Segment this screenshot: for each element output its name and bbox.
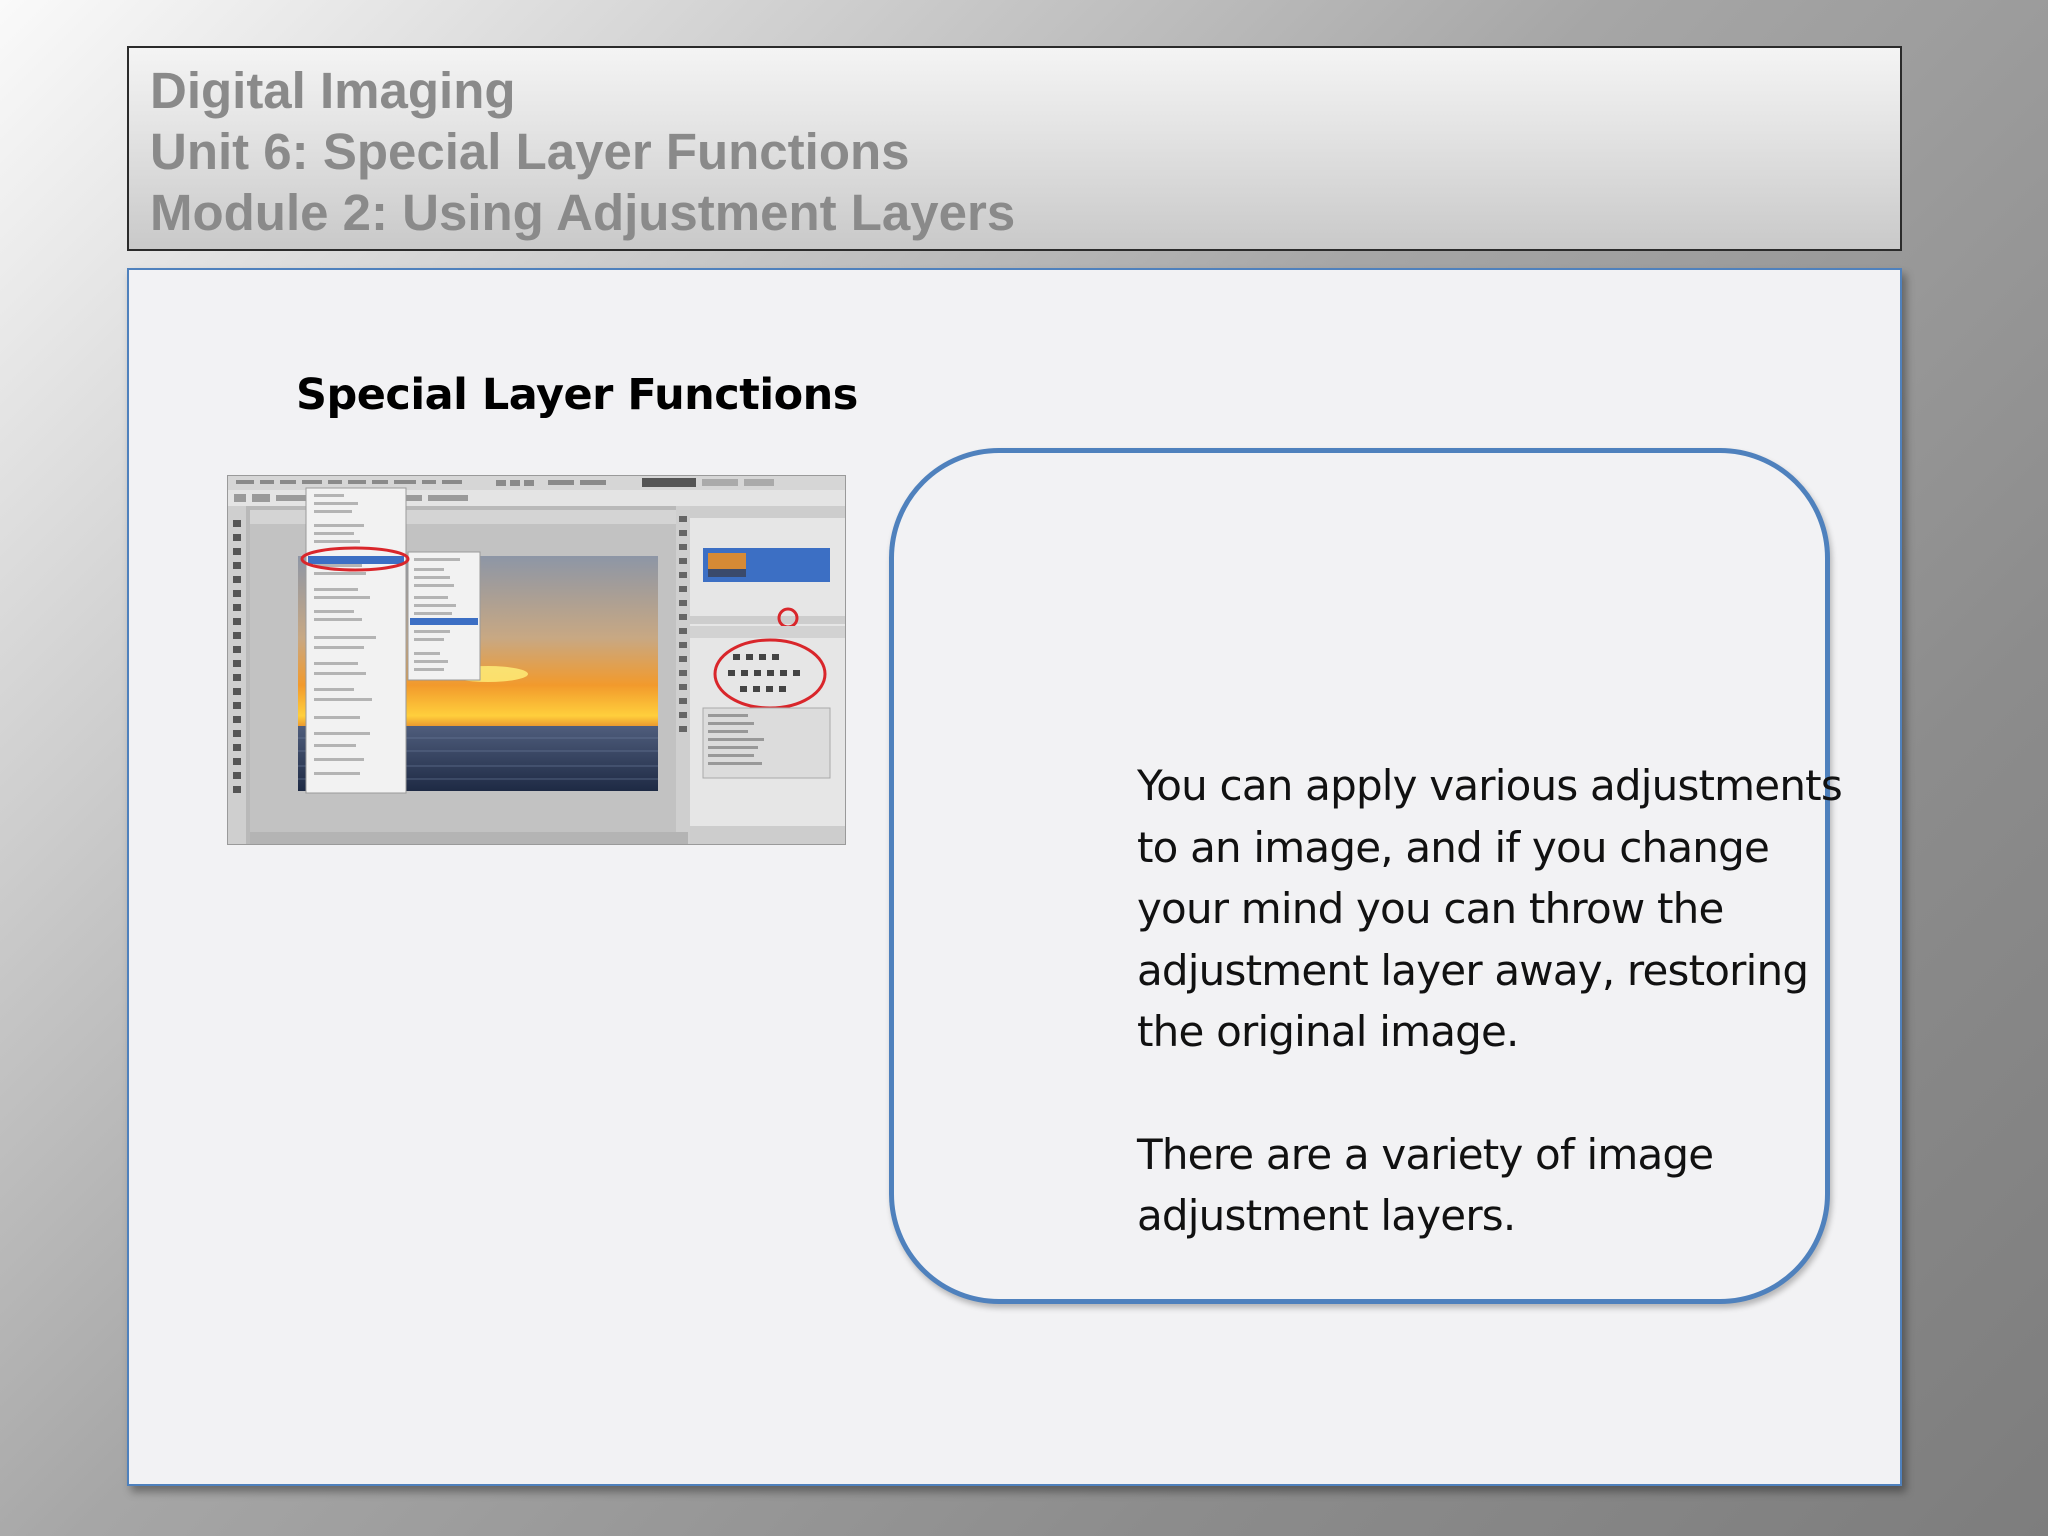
callout-paragraph-2: There are a variety of image adjustment …: [1137, 1129, 1714, 1241]
unit-title: Unit 6: Special Layer Functions: [150, 123, 910, 180]
slide: { "header": { "line1": "Digital Imaging"…: [0, 0, 2048, 1536]
content-panel: Special Layer Functions You can apply va…: [127, 268, 1902, 1486]
header-banner: Digital Imaging Unit 6: Special Layer Fu…: [127, 46, 1902, 251]
callout-paragraph-1: You can apply various adjustments to an …: [1137, 761, 1843, 1056]
module-title: Module 2: Using Adjustment Layers: [150, 184, 1016, 241]
callout-box: You can apply various adjustments to an …: [889, 448, 1843, 1304]
section-title: Special Layer Functions: [296, 370, 858, 420]
course-title: Digital Imaging: [150, 62, 516, 119]
photoshop-screenshot-image: [227, 475, 846, 845]
callout-text: You can apply various adjustments to an …: [1137, 755, 1897, 1308]
